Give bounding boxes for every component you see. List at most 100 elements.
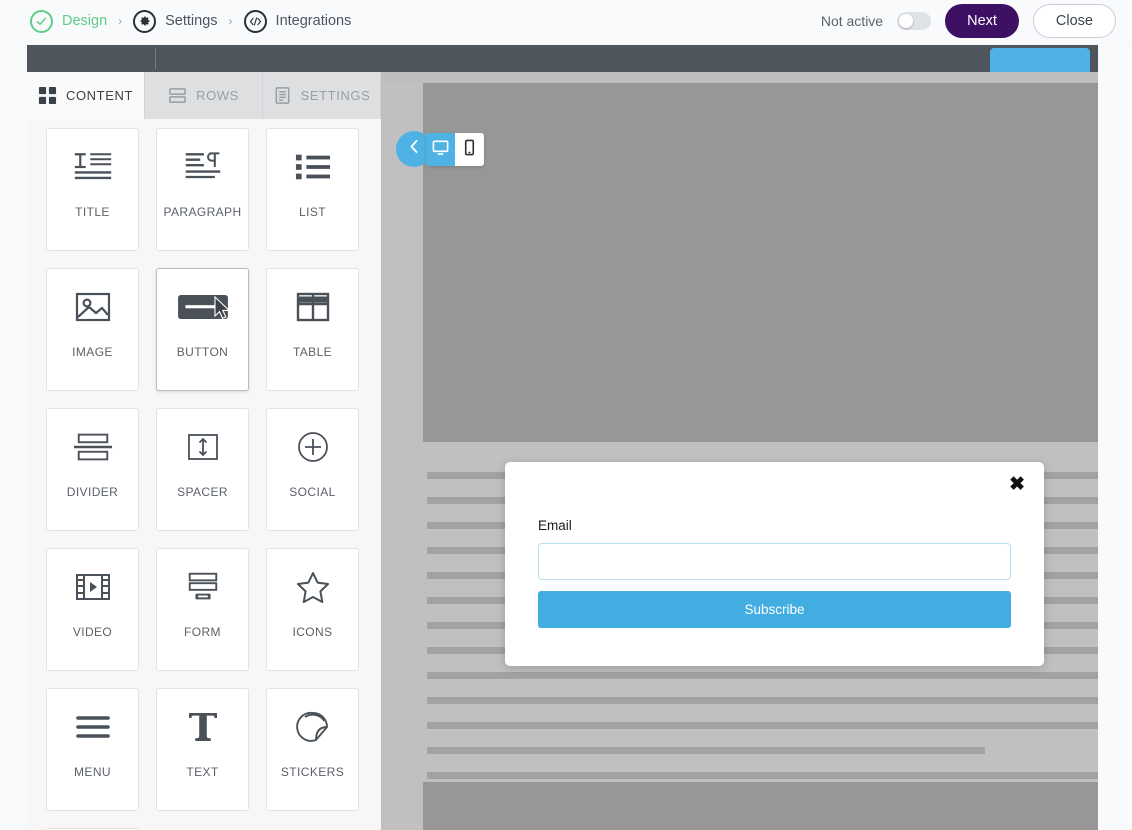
block-social-label: SOCIAL (289, 485, 336, 499)
block-title[interactable]: TITLE (46, 128, 139, 251)
next-button[interactable]: Next (945, 4, 1019, 38)
tab-settings[interactable]: SETTINGS (263, 72, 381, 119)
block-stickers-label: STICKERS (280, 765, 345, 779)
strip-divider (155, 48, 156, 69)
block-list-label: LIST (299, 205, 326, 219)
tab-content-label: CONTENT (65, 88, 134, 103)
block-image-label: IMAGE (72, 345, 113, 359)
email-input[interactable] (538, 543, 1011, 580)
header-actions: Not active Next Close (821, 0, 1116, 42)
skeleton-line (427, 722, 1106, 729)
image-icon (75, 269, 111, 345)
plus-circle-icon (297, 409, 329, 485)
breadcrumb-label-settings: Settings (165, 13, 218, 29)
close-button[interactable]: Close (1032, 4, 1116, 38)
block-spacer-label: SPACER (177, 485, 228, 499)
block-button-label: BUTTON (176, 345, 229, 359)
breadcrumb-separator: › (118, 14, 123, 28)
block-image[interactable]: IMAGE (46, 268, 139, 391)
toggle-knob (899, 14, 914, 28)
block-icons-label: ICONS (292, 625, 333, 639)
block-form[interactable]: FORM (156, 548, 249, 671)
text-t-icon (186, 689, 220, 765)
block-text[interactable]: TEXT (156, 688, 249, 811)
canvas-footer-placeholder[interactable] (423, 782, 1106, 830)
canvas-top-band (381, 72, 1106, 83)
breadcrumb-label-integrations: Integrations (275, 13, 352, 29)
tab-settings-label: SETTINGS (300, 88, 371, 103)
status-label: Not active (820, 13, 884, 29)
content-panel: CONTENT ROWS SETTINGS TITLE PARAGRAPH LI… (27, 72, 381, 830)
tab-content[interactable]: CONTENT (27, 72, 145, 119)
skeleton-line (427, 747, 985, 754)
check-circle-icon (30, 9, 53, 33)
form-icon (185, 549, 221, 625)
block-menu[interactable]: MENU (46, 688, 139, 811)
mobile-icon (461, 139, 478, 161)
block-paragraph-label: PARAGRAPH (163, 205, 242, 219)
blocks-scroll-area[interactable]: TITLE PARAGRAPH LIST IMAGE BUTTON TABLE … (27, 119, 381, 830)
block-stickers[interactable]: STICKERS (266, 688, 359, 811)
canvas-left-gutter (381, 83, 423, 830)
hamburger-icon (75, 689, 111, 765)
block-table[interactable]: TABLE (266, 268, 359, 391)
block-social[interactable]: SOCIAL (266, 408, 359, 531)
tab-rows[interactable]: ROWS (145, 72, 263, 119)
mobile-view-button[interactable] (455, 133, 484, 166)
editor-app: CONTENT ROWS SETTINGS TITLE PARAGRAPH LI… (27, 45, 1106, 830)
block-text-label: TEXT (186, 765, 219, 779)
canvas-hero-placeholder[interactable] (423, 83, 1106, 442)
email-canvas[interactable] (381, 72, 1106, 830)
tab-rows-label: ROWS (196, 88, 239, 103)
gear-circle-icon (133, 9, 157, 33)
block-form-label: FORM (184, 625, 221, 639)
chevron-left-icon (408, 139, 421, 159)
breadcrumb-label-design: Design (62, 13, 108, 29)
document-icon (273, 86, 292, 105)
star-icon (296, 549, 330, 625)
video-icon (75, 549, 111, 625)
code-circle-icon (243, 9, 267, 33)
divider-icon (73, 409, 113, 485)
breadcrumb-item-integrations[interactable]: Integrations (243, 9, 352, 33)
email-label: Email (538, 518, 572, 533)
skeleton-line (427, 697, 1106, 704)
breadcrumb-item-design[interactable]: Design (30, 9, 108, 33)
subscribe-popup: ✖ Email Subscribe (505, 462, 1044, 666)
blocks-grid: TITLE PARAGRAPH LIST IMAGE BUTTON TABLE … (27, 119, 381, 830)
active-toggle[interactable] (897, 12, 932, 30)
block-paragraph[interactable]: PARAGRAPH (156, 128, 249, 251)
block-list[interactable]: LIST (266, 128, 359, 251)
title-icon (73, 129, 113, 205)
desktop-view-button[interactable] (426, 133, 455, 166)
top-header: Design › Settings › Integrations Not act… (0, 0, 1132, 42)
app-root: Design › Settings › Integrations Not act… (0, 0, 1132, 830)
close-icon[interactable]: ✖ (1009, 475, 1025, 494)
block-icons[interactable]: ICONS (266, 548, 359, 671)
block-title-label: TITLE (75, 205, 110, 219)
block-menu-label: MENU (74, 765, 111, 779)
spacer-icon (187, 409, 219, 485)
block-divider-label: DIVIDER (66, 485, 119, 499)
button-icon (177, 269, 229, 345)
grid-icon (38, 86, 57, 105)
breadcrumb: Design › Settings › Integrations (30, 9, 352, 33)
list-icon (295, 129, 331, 205)
skeleton-line (427, 772, 1106, 779)
subscribe-button[interactable]: Subscribe (538, 591, 1011, 628)
right-margin (1098, 45, 1132, 830)
table-icon (296, 269, 330, 345)
block-spacer[interactable]: SPACER (156, 408, 249, 531)
paragraph-icon (183, 129, 223, 205)
block-button[interactable]: BUTTON (156, 268, 249, 391)
device-preview-toggle (426, 133, 484, 166)
breadcrumb-item-settings[interactable]: Settings (133, 9, 218, 33)
sticker-icon (295, 689, 330, 765)
block-video-label: VIDEO (72, 625, 113, 639)
block-table-label: TABLE (292, 345, 333, 359)
block-divider[interactable]: DIVIDER (46, 408, 139, 531)
breadcrumb-separator-2: › (228, 14, 233, 28)
editor-top-strip (27, 45, 1106, 76)
panel-tabs: CONTENT ROWS SETTINGS (27, 72, 381, 119)
block-video[interactable]: VIDEO (46, 548, 139, 671)
